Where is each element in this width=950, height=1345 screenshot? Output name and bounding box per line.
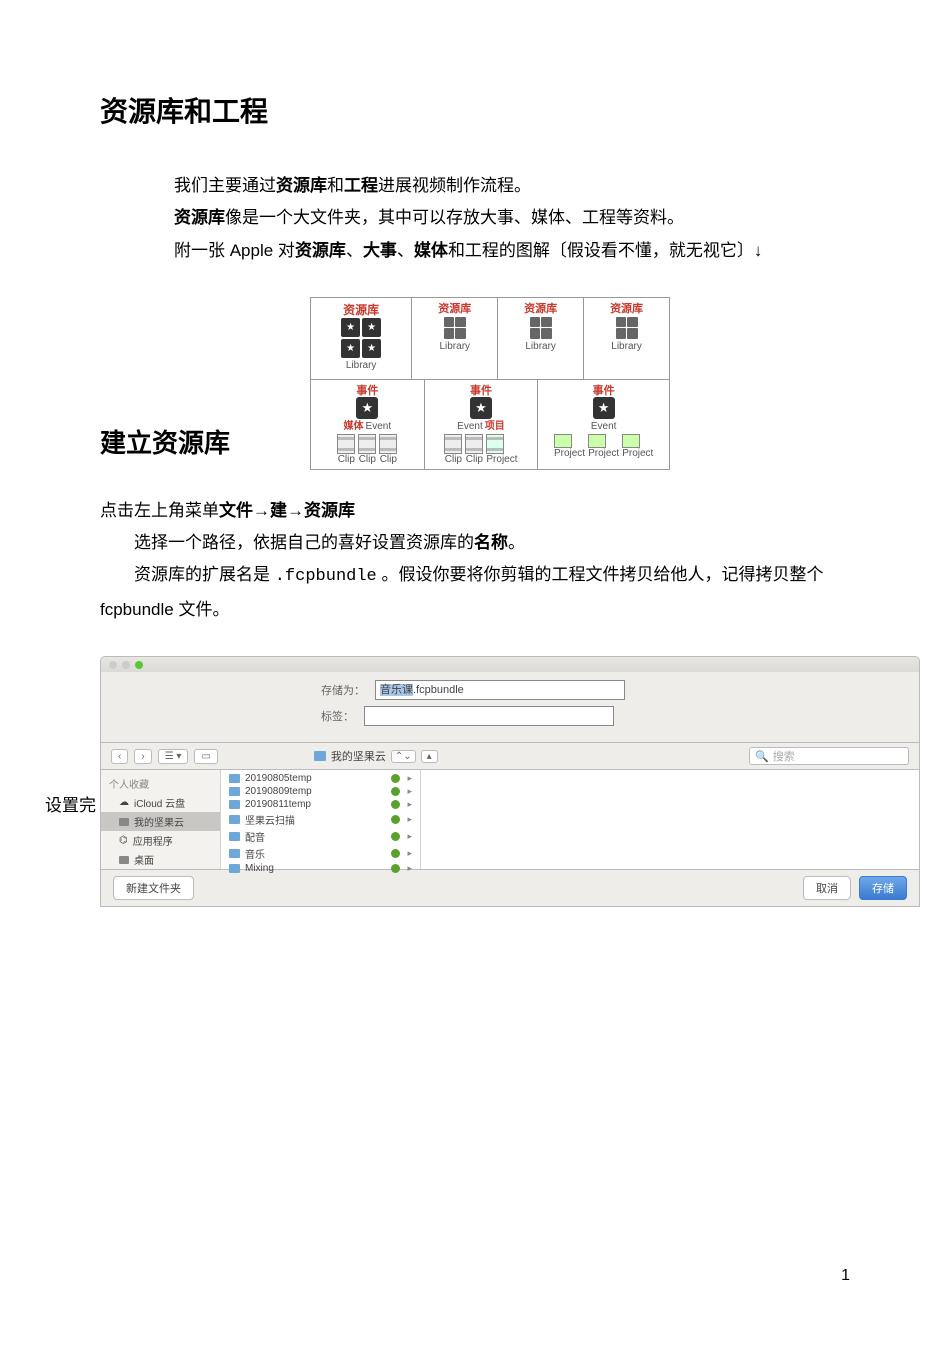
folder-icon bbox=[229, 800, 240, 809]
chevron-right-icon: ▸ bbox=[407, 814, 412, 825]
folder-item[interactable]: 坚果云扫描▸ bbox=[221, 811, 420, 828]
step-extension-note: 资源库的扩展名是 .fcpbundle 。假设你要将你剪辑的工程文件拷贝给他人，… bbox=[100, 559, 850, 626]
clip-icon bbox=[465, 434, 483, 454]
folder-icon bbox=[229, 832, 240, 841]
clip-icon bbox=[444, 434, 462, 454]
sync-status-icon bbox=[391, 800, 400, 809]
sidebar-item-desktop[interactable]: 桌面 bbox=[101, 850, 220, 869]
intro-line-2: 资源库像是一个大文件夹，其中可以存放大事、媒体、工程等资料。 bbox=[140, 202, 890, 234]
folder-icon bbox=[229, 787, 240, 796]
sync-status-icon bbox=[391, 832, 400, 841]
chevron-right-icon: ▸ bbox=[407, 773, 412, 784]
folder-item[interactable]: 20190809temp▸ bbox=[221, 785, 420, 798]
section-heading-create-library: 建立资源库 bbox=[100, 423, 230, 460]
cancel-button[interactable]: 取消 bbox=[803, 876, 851, 900]
project-icon bbox=[486, 434, 504, 454]
folder-item[interactable]: 音乐▸ bbox=[221, 845, 420, 862]
project-icon bbox=[622, 434, 640, 448]
intro-line-3: 附一张 Apple 对资源库、大事、媒体和工程的图解〔假设看不懂，就无视它〕↓ bbox=[140, 235, 890, 267]
sync-status-icon bbox=[391, 815, 400, 824]
sidebar-item-applications[interactable]: ⌬应用程序 bbox=[101, 831, 220, 850]
window-titlebar bbox=[100, 656, 920, 672]
library-icon bbox=[616, 317, 638, 339]
project-icon bbox=[588, 434, 606, 448]
nav-forward-button[interactable]: › bbox=[134, 749, 151, 764]
step-set-name: 选择一个路径，依据自己的喜好设置资源库的名称。 bbox=[100, 527, 850, 559]
folder-item[interactable]: 配音▸ bbox=[221, 828, 420, 845]
sync-status-icon bbox=[391, 774, 400, 783]
chevron-right-icon: ▸ bbox=[407, 863, 412, 874]
library-structure-diagram: 资源库 ★★★★ Library 资源库 Library 资源库 Library… bbox=[310, 297, 670, 470]
page-number: 1 bbox=[841, 1267, 850, 1285]
folder-item[interactable]: Mixing▸ bbox=[221, 862, 420, 875]
save-button[interactable]: 存储 bbox=[859, 876, 907, 900]
nav-back-button[interactable]: ‹ bbox=[111, 749, 128, 764]
save-dialog: 设置完 存储为： 音乐课.fcpbundle 标签： ‹ › ☰ ▾ ▭ 我的坚… bbox=[100, 656, 920, 907]
search-input[interactable]: 🔍 搜索 bbox=[749, 747, 909, 765]
chevron-right-icon: ▸ bbox=[407, 831, 412, 842]
intro-line-1: 我们主要通过资源库和工程进展视频制作流程。 bbox=[140, 170, 890, 202]
folder-item[interactable]: 20190811temp▸ bbox=[221, 798, 420, 811]
view-mode-button[interactable]: ☰ ▾ bbox=[158, 749, 189, 764]
sidebar-section-header: 个人收藏 bbox=[101, 774, 220, 793]
folder-icon bbox=[229, 815, 240, 824]
folder-icon bbox=[229, 864, 240, 873]
finder-sidebar: 个人收藏 ☁︎iCloud 云盘 我的坚果云 ⌬应用程序 桌面 bbox=[101, 770, 221, 869]
new-folder-button[interactable]: 新建文件夹 bbox=[113, 876, 194, 900]
chevron-right-icon: ▸ bbox=[407, 786, 412, 797]
folder-icon bbox=[229, 849, 240, 858]
sidebar-item-nutstore[interactable]: 我的坚果云 bbox=[101, 812, 220, 831]
sync-status-icon bbox=[391, 864, 400, 873]
sidebar-item-icloud[interactable]: ☁︎iCloud 云盘 bbox=[101, 793, 220, 812]
chevron-right-icon: ▸ bbox=[407, 799, 412, 810]
chevron-right-icon: ▸ bbox=[407, 848, 412, 859]
step-menu-path: 点击左上角菜单文件→建→资源库 bbox=[100, 495, 850, 527]
sync-status-icon bbox=[391, 849, 400, 858]
finder-column: 20190805temp▸ 20190809temp▸ 20190811temp… bbox=[221, 770, 421, 869]
save-as-label: 存储为： bbox=[321, 682, 365, 698]
folder-icon bbox=[229, 774, 240, 783]
search-icon: 🔍 bbox=[755, 750, 769, 763]
folder-icon bbox=[314, 751, 326, 761]
event-icon: ★ bbox=[593, 397, 615, 419]
event-icon: ★ bbox=[356, 397, 378, 419]
page-title: 资源库和工程 bbox=[100, 90, 850, 130]
tags-label: 标签： bbox=[321, 708, 354, 724]
collapse-button[interactable]: ▴ bbox=[421, 750, 438, 763]
tags-input[interactable] bbox=[364, 706, 614, 726]
library-icon bbox=[444, 317, 466, 339]
library-icon: ★★★★ bbox=[341, 318, 381, 358]
clip-icon bbox=[358, 434, 376, 454]
save-as-input[interactable]: 音乐课.fcpbundle bbox=[375, 680, 625, 700]
minimize-icon[interactable] bbox=[122, 661, 130, 669]
path-stepper[interactable]: ⌃⌄ bbox=[391, 750, 416, 763]
view-mode-button-2[interactable]: ▭ bbox=[194, 749, 217, 764]
clip-icon bbox=[337, 434, 355, 454]
clip-icon bbox=[379, 434, 397, 454]
cutoff-text: 设置完 bbox=[45, 791, 96, 816]
zoom-icon[interactable] bbox=[135, 661, 143, 669]
sync-status-icon bbox=[391, 787, 400, 796]
close-icon[interactable] bbox=[109, 661, 117, 669]
event-icon: ★ bbox=[470, 397, 492, 419]
project-icon bbox=[554, 434, 572, 448]
folder-item[interactable]: 20190805temp▸ bbox=[221, 772, 420, 785]
path-label[interactable]: 我的坚果云 bbox=[331, 748, 386, 764]
library-icon bbox=[530, 317, 552, 339]
